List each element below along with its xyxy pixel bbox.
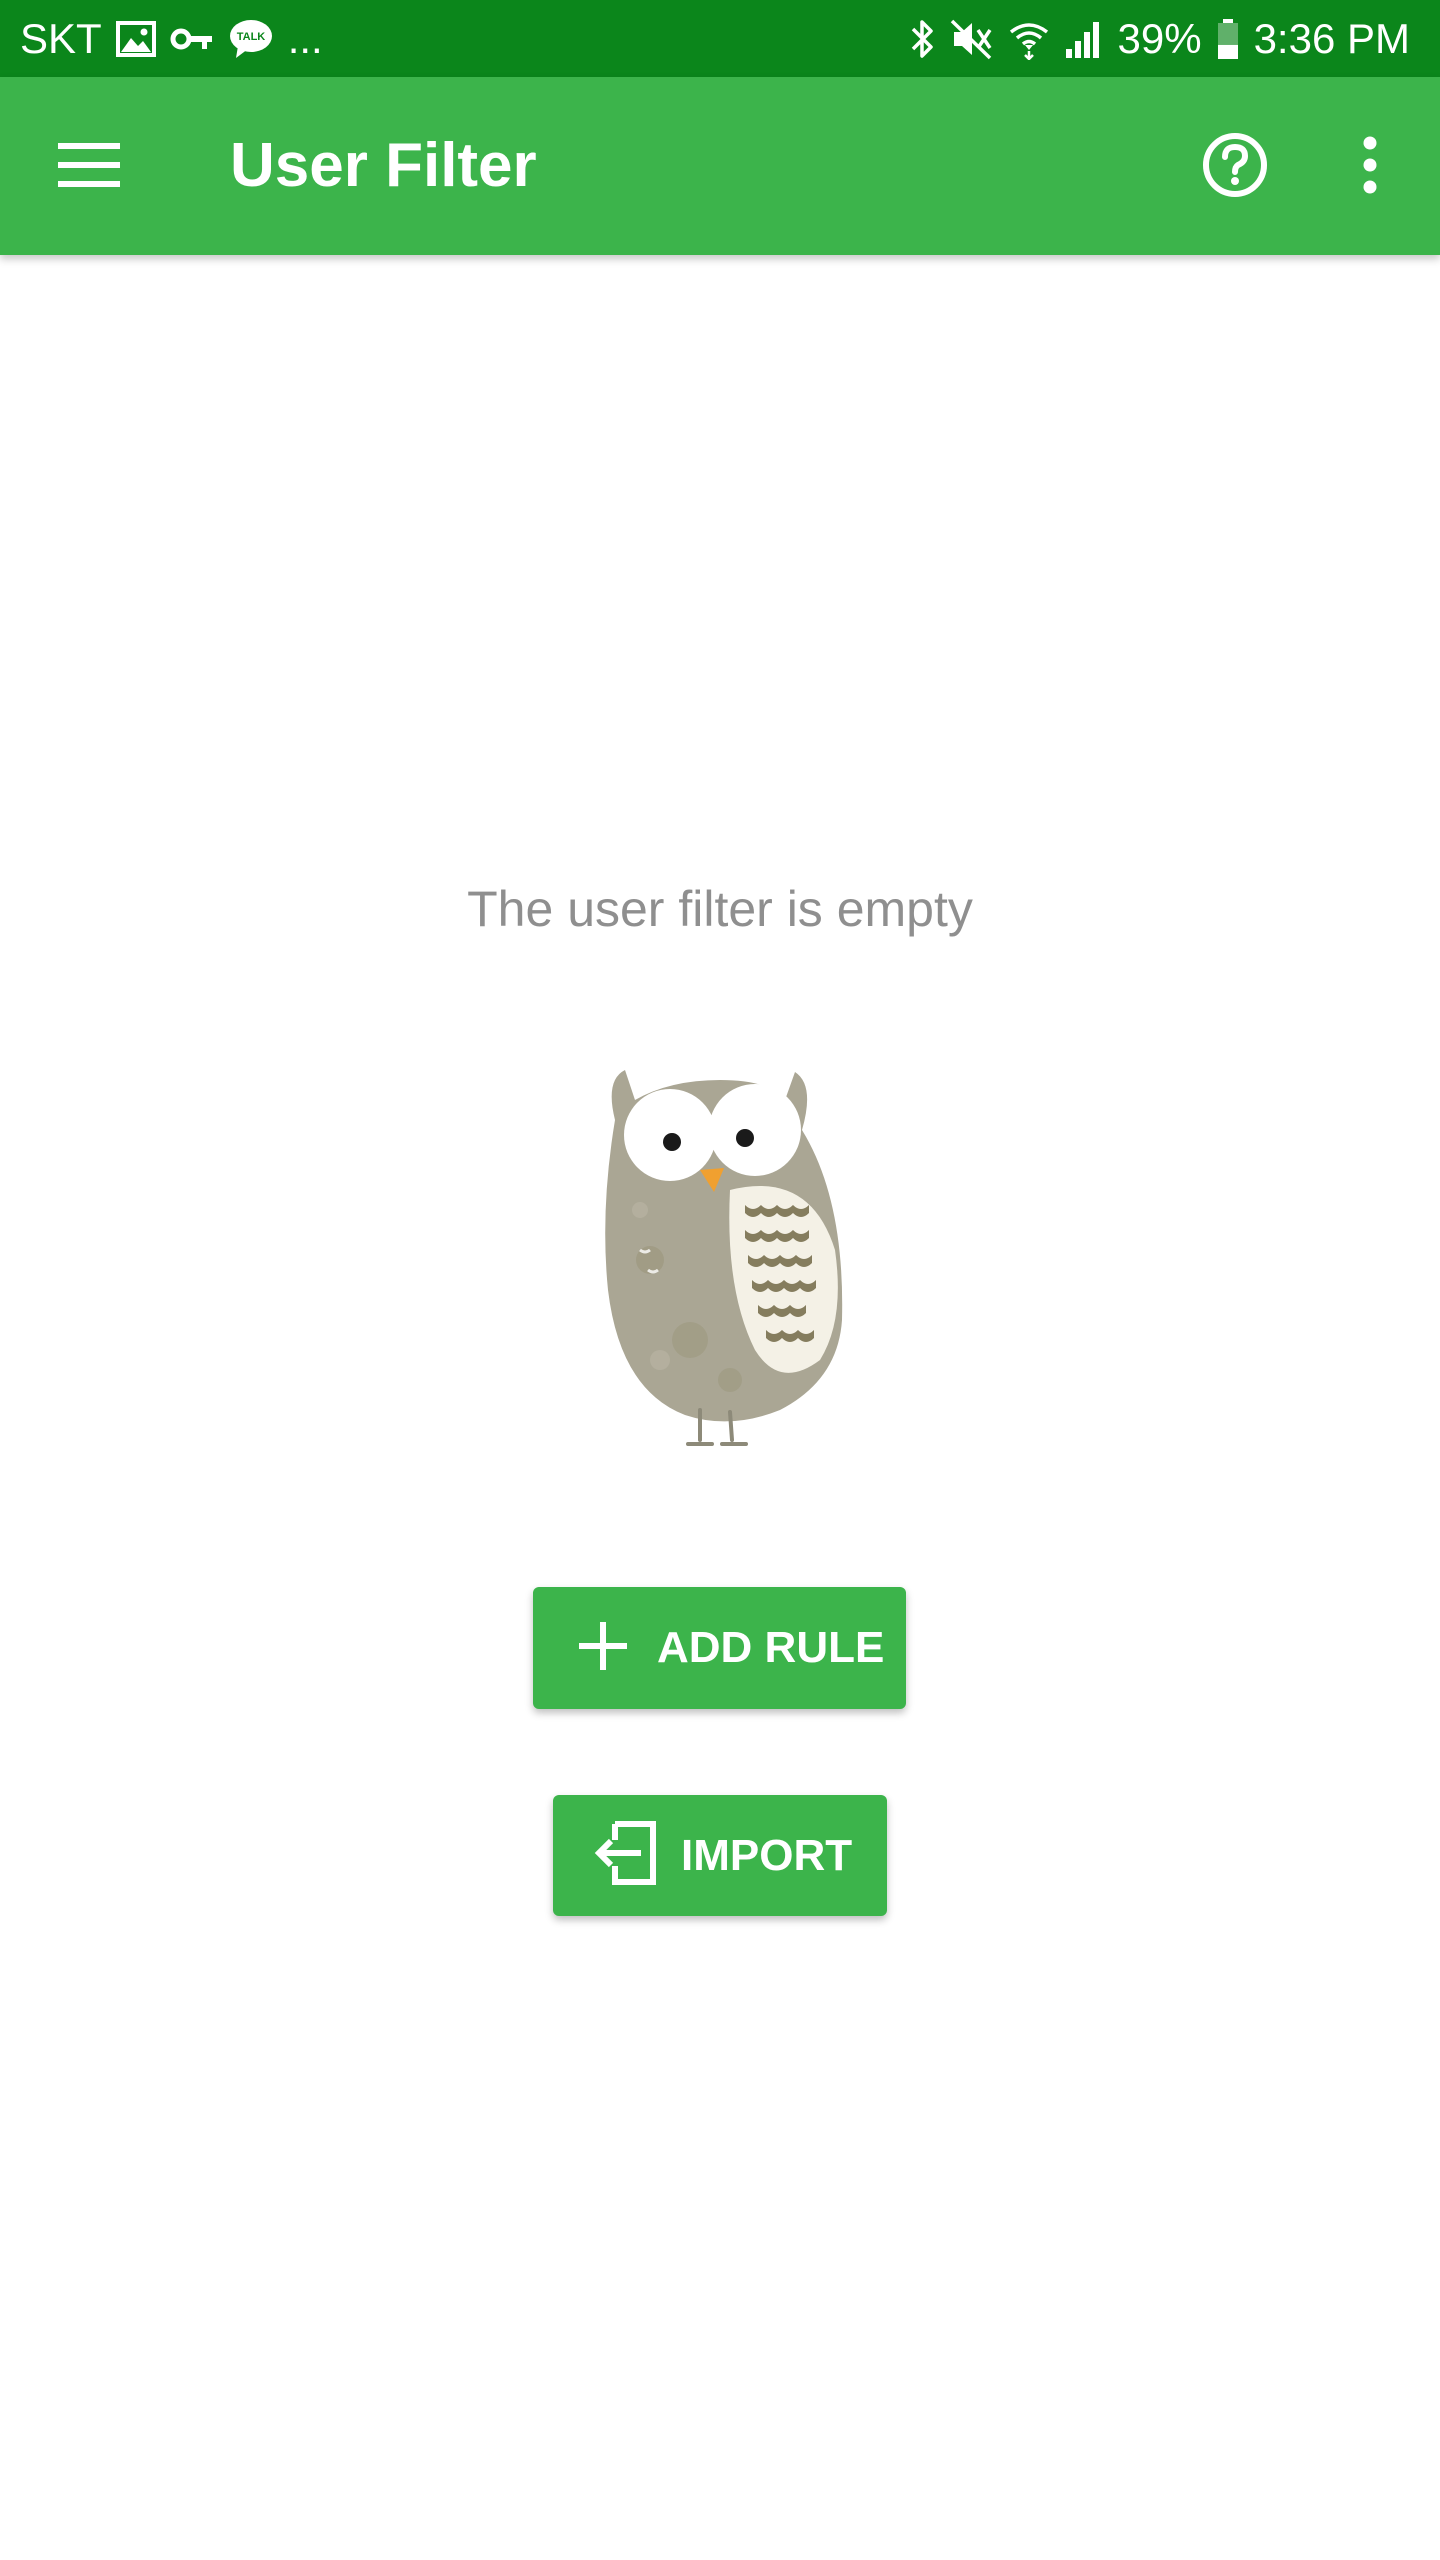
navigation-menu-button[interactable] bbox=[40, 117, 140, 217]
more-vert-icon bbox=[1362, 135, 1378, 200]
wifi-icon bbox=[1008, 18, 1050, 60]
talk-badge-text: TALK bbox=[236, 31, 265, 43]
talk-icon: TALK bbox=[228, 18, 274, 60]
help-circle-icon bbox=[1202, 132, 1268, 203]
add-rule-label: ADD RULE bbox=[657, 1623, 885, 1672]
image-icon bbox=[115, 20, 156, 57]
more-notifications-indicator: ... bbox=[287, 15, 323, 62]
plus-icon bbox=[577, 1620, 629, 1677]
battery-icon bbox=[1216, 18, 1240, 60]
import-button[interactable]: IMPORT bbox=[553, 1795, 887, 1916]
app-bar: User Filter bbox=[0, 77, 1440, 255]
signal-icon bbox=[1064, 19, 1104, 59]
status-bar: SKT TALK ... 39% 3:36 PM bbox=[0, 0, 1440, 77]
status-bar-right: 39% 3:36 PM bbox=[910, 0, 1410, 77]
app-title: User Filter bbox=[230, 131, 537, 200]
import-label: IMPORT bbox=[681, 1830, 853, 1880]
battery-percent: 39% bbox=[1117, 15, 1202, 62]
help-button[interactable] bbox=[1185, 117, 1285, 217]
status-bar-left: SKT TALK ... bbox=[20, 0, 323, 77]
carrier-label: SKT bbox=[20, 15, 102, 62]
import-icon bbox=[593, 1820, 659, 1891]
mute-icon bbox=[950, 18, 994, 60]
hamburger-menu-icon bbox=[58, 141, 122, 194]
bluetooth-icon bbox=[910, 18, 936, 60]
key-icon bbox=[170, 24, 214, 54]
clock: 3:36 PM bbox=[1253, 15, 1410, 62]
add-rule-button[interactable]: ADD RULE bbox=[533, 1587, 906, 1709]
owl-illustration bbox=[580, 1060, 860, 1460]
screen: SKT TALK ... 39% 3:36 PM User Filter The… bbox=[0, 0, 1440, 2560]
overflow-menu-button[interactable] bbox=[1320, 117, 1420, 217]
empty-state-message: The user filter is empty bbox=[467, 881, 973, 937]
